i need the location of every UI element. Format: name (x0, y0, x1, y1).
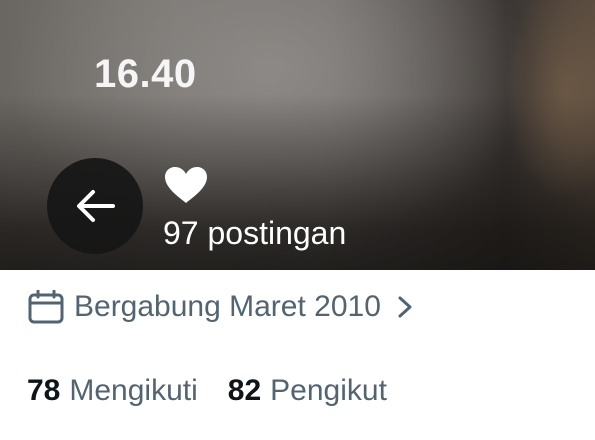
followers-label: Pengikut (270, 374, 387, 407)
follow-stats: 78 Mengikuti 82 Pengikut (27, 374, 387, 408)
post-count: 97 postingan (163, 215, 347, 251)
following-label: Mengikuti (69, 374, 198, 407)
following-count: 78 (27, 374, 61, 407)
chevron-right-icon (398, 296, 412, 318)
arrow-left-icon (77, 190, 115, 222)
calendar-icon (28, 290, 64, 324)
followers-link[interactable]: 82 Pengikut (228, 374, 387, 408)
heart-icon (165, 167, 207, 203)
joined-date[interactable]: Bergabung Maret 2010 (28, 287, 413, 327)
profile-header-banner: 16.40 97 postingan (0, 0, 595, 270)
joined-date-label: Bergabung Maret 2010 (74, 290, 381, 323)
following-link[interactable]: 78 Mengikuti (27, 374, 198, 408)
back-button[interactable] (47, 158, 143, 254)
status-time: 16.40 (94, 52, 197, 96)
followers-count: 82 (227, 374, 262, 407)
